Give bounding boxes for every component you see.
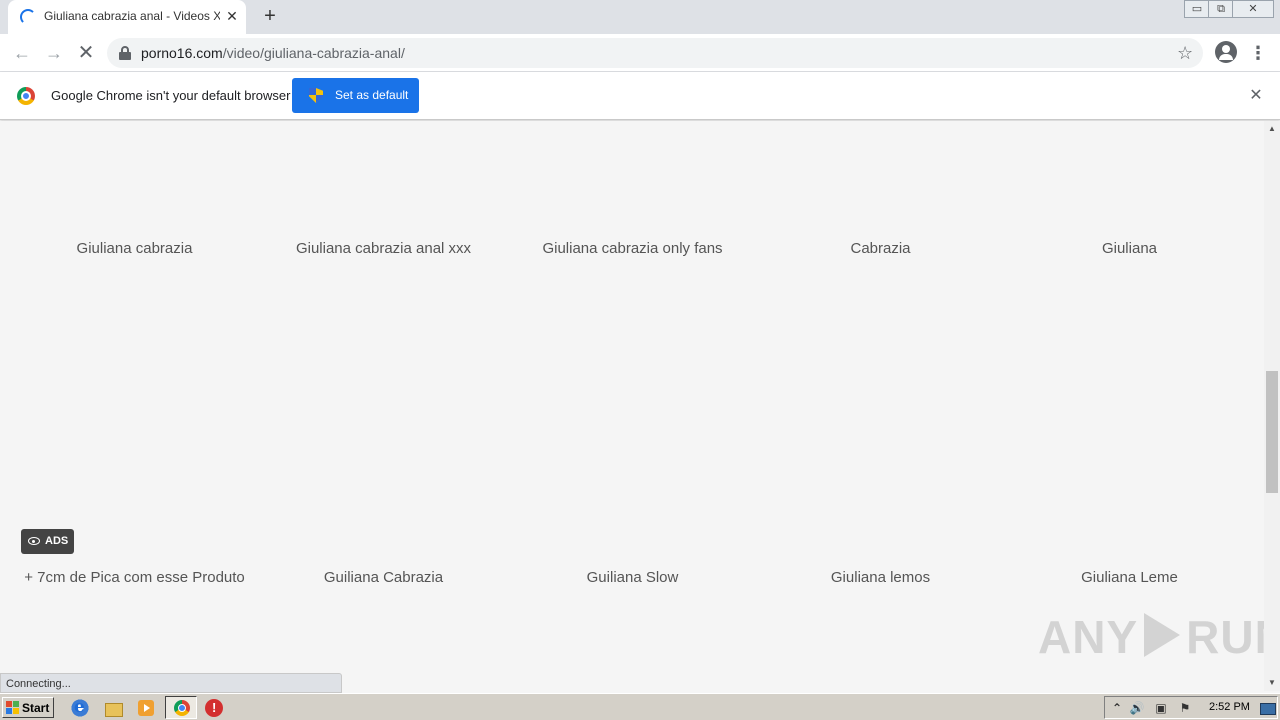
window-minimize-button[interactable]: ▭: [1184, 0, 1210, 18]
forward-button[interactable]: →: [41, 40, 67, 66]
eye-icon: [28, 537, 40, 545]
start-button[interactable]: Start: [2, 697, 54, 718]
media-player-icon[interactable]: [136, 698, 156, 718]
taskbar-clock[interactable]: 2:52 PM: [1209, 701, 1250, 713]
url-path: /video/giuliana-cabrazia-anal/: [222, 45, 405, 61]
scroll-down-button[interactable]: ▼: [1264, 675, 1280, 691]
url-host: porno16.com: [141, 45, 223, 61]
ads-badge: ADS: [21, 529, 74, 554]
network-icon[interactable]: ▣: [1153, 700, 1169, 716]
tab-title: Giuliana cabrazia anal - Videos Xxx |: [44, 9, 220, 23]
chrome-icon: [174, 700, 190, 716]
default-browser-infobar: Google Chrome isn't your default browser…: [0, 72, 1280, 120]
related-link[interactable]: Giuliana Leme: [1005, 569, 1254, 586]
status-bubble: Connecting...: [0, 673, 342, 693]
system-tray: ⌃ 🔊 ▣ ⚑ 2:52 PM: [1104, 696, 1278, 719]
show-hidden-icons-icon[interactable]: ⌃: [1109, 700, 1125, 716]
chrome-menu-button[interactable]: ⋮: [1248, 40, 1268, 66]
browser-toolbar: ← → ✕ porno16.com/video/giuliana-cabrazi…: [0, 34, 1280, 72]
window-restore-button[interactable]: ⧉: [1208, 0, 1234, 18]
back-button[interactable]: ←: [9, 40, 35, 66]
alert-app-icon[interactable]: [205, 699, 223, 717]
profile-avatar-icon[interactable]: [1215, 41, 1237, 63]
action-center-flag-icon[interactable]: ⚑: [1177, 700, 1193, 716]
window-close-button[interactable]: ✕: [1232, 0, 1274, 18]
bookmark-star-icon[interactable]: ☆: [1177, 42, 1193, 64]
related-link[interactable]: Cabrazia: [756, 240, 1005, 257]
chrome-taskbar-button[interactable]: [165, 696, 197, 719]
lock-icon[interactable]: [119, 46, 131, 60]
ads-label: ADS: [45, 535, 69, 547]
play-icon: [1144, 613, 1181, 657]
volume-icon[interactable]: 🔊: [1129, 700, 1145, 716]
loading-spinner-icon: [20, 9, 36, 25]
related-link[interactable]: Guiliana Cabrazia: [259, 569, 508, 586]
windows-taskbar: Start ⌃ 🔊 ▣ ⚑ 2:52 PM: [0, 693, 1280, 720]
related-link[interactable]: Giuliana cabrazia: [10, 240, 259, 257]
related-links-row-2: + 7cm de Pica com esse Produto Guiliana …: [0, 569, 1264, 593]
internet-explorer-icon[interactable]: [70, 697, 90, 718]
stop-loading-button[interactable]: ✕: [73, 40, 99, 66]
related-link[interactable]: Giuliana lemos: [756, 569, 1005, 586]
related-link[interactable]: Guiliana Slow: [508, 569, 757, 586]
tab-close-button[interactable]: ✕: [223, 7, 241, 25]
set-as-default-label: Set as default: [335, 88, 409, 102]
related-links-row-1: Giuliana cabrazia Giuliana cabrazia anal…: [0, 240, 1264, 264]
set-as-default-button[interactable]: Set as default: [292, 78, 419, 113]
related-link[interactable]: Giuliana cabrazia only fans: [508, 240, 757, 257]
uac-shield-icon: [309, 88, 323, 103]
watermark-left: ANY: [1038, 611, 1139, 663]
infobar-message: Google Chrome isn't your default browser: [51, 88, 291, 103]
browser-tab[interactable]: Giuliana cabrazia anal - Videos Xxx | ✕: [8, 0, 246, 34]
related-link[interactable]: Giuliana: [1005, 240, 1254, 257]
scroll-up-button[interactable]: ▲: [1264, 121, 1280, 137]
address-bar[interactable]: porno16.com/video/giuliana-cabrazia-anal…: [107, 38, 1203, 68]
chrome-logo-icon: [17, 87, 35, 105]
page-scrollbar[interactable]: ▲ ▼: [1264, 121, 1280, 691]
related-link[interactable]: Giuliana cabrazia anal xxx: [259, 240, 508, 257]
new-tab-button[interactable]: +: [259, 5, 281, 27]
infobar-close-button[interactable]: ✕: [1246, 86, 1266, 106]
scroll-thumb[interactable]: [1266, 371, 1278, 493]
anyrun-watermark: ANY RUN: [1038, 610, 1280, 664]
tab-strip: Giuliana cabrazia anal - Videos Xxx | ✕ …: [0, 0, 1280, 34]
show-desktop-icon[interactable]: [1259, 700, 1276, 716]
url-text[interactable]: porno16.com/video/giuliana-cabrazia-anal…: [141, 45, 405, 61]
start-label: Start: [22, 701, 50, 715]
page-content: Giuliana cabrazia Giuliana cabrazia anal…: [0, 121, 1264, 691]
file-explorer-icon[interactable]: [103, 698, 123, 718]
windows-logo-icon: [6, 701, 20, 715]
ad-link[interactable]: + 7cm de Pica com esse Produto: [10, 569, 259, 586]
